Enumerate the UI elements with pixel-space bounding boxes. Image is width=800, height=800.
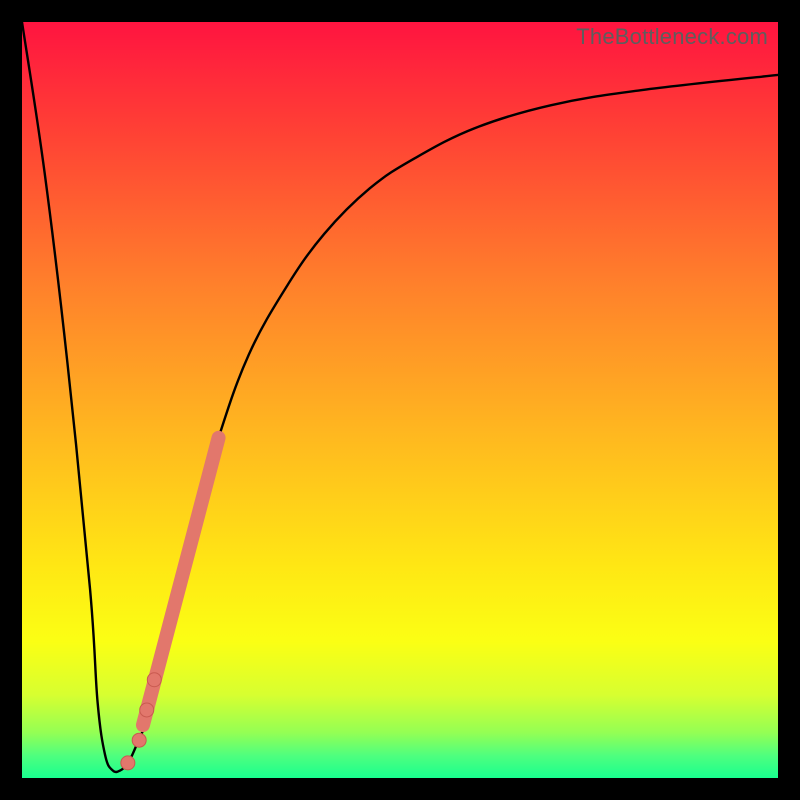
curve-layer: [22, 22, 778, 778]
data-dot: [132, 733, 146, 747]
chart-frame: TheBottleneck.com: [0, 0, 800, 800]
data-dot: [121, 756, 135, 770]
plot-area: TheBottleneck.com: [22, 22, 778, 778]
data-dot: [140, 703, 154, 717]
data-dot: [147, 673, 161, 687]
bottleneck-curve: [22, 22, 778, 772]
